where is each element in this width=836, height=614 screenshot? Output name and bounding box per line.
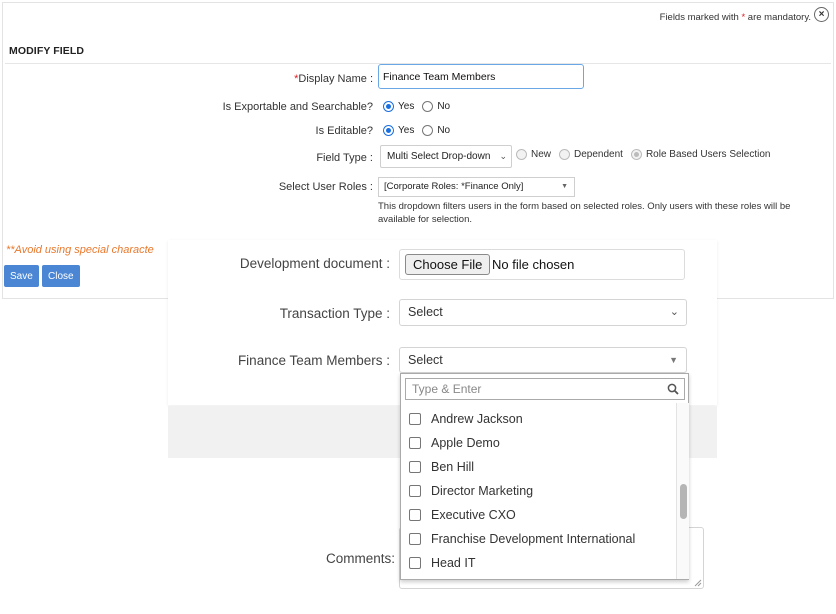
field-type-role-based-radio[interactable] bbox=[630, 149, 642, 160]
editable-no-label: No bbox=[437, 125, 451, 136]
field-type-dependent-label: Dependent bbox=[574, 149, 623, 160]
user-roles-help: This dropdown filters users in the form … bbox=[378, 201, 791, 225]
list-item[interactable]: Ben Hill bbox=[409, 457, 474, 477]
mandatory-note: Fields marked with * are mandatory. bbox=[659, 12, 811, 23]
field-type-dependent-radio[interactable] bbox=[559, 149, 571, 160]
chevron-down-icon: ⌄ bbox=[499, 151, 507, 161]
section-title: MODIFY FIELD bbox=[9, 45, 85, 57]
special-characters-warning: **Avoid using special characte bbox=[6, 244, 154, 256]
close-icon[interactable]: × bbox=[814, 7, 829, 22]
development-document-label: Development document : bbox=[239, 256, 390, 271]
editable-no-radio[interactable] bbox=[422, 125, 434, 136]
finance-team-members-select[interactable]: Select ▼ bbox=[399, 347, 687, 373]
transaction-type-label: Transaction Type : bbox=[279, 306, 390, 321]
user-roles-value: [Corporate Roles: *Finance Only] bbox=[384, 181, 524, 192]
option-checkbox[interactable] bbox=[409, 509, 421, 521]
chevron-down-icon: ⌄ bbox=[669, 306, 679, 318]
field-type-value: Multi Select Drop-down bbox=[387, 151, 491, 162]
transaction-type-select[interactable]: Select ⌄ bbox=[399, 299, 687, 326]
option-checkbox[interactable] bbox=[409, 437, 421, 449]
editable-yes-label: Yes bbox=[398, 125, 415, 136]
user-roles-label: Select User Roles : bbox=[278, 181, 373, 193]
save-button[interactable]: Save bbox=[4, 265, 39, 287]
development-document-file-input: Choose File No file chosen bbox=[399, 249, 685, 280]
exportable-yes-radio[interactable] bbox=[383, 101, 394, 112]
exportable-yes-label: Yes bbox=[398, 101, 415, 112]
option-checkbox[interactable] bbox=[409, 557, 421, 569]
dropdown-scrollbar-thumb[interactable] bbox=[680, 484, 687, 519]
transaction-type-value: Select bbox=[408, 305, 443, 319]
option-checkbox[interactable] bbox=[409, 485, 421, 497]
exportable-no-label: No bbox=[437, 101, 451, 112]
option-checkbox[interactable] bbox=[409, 533, 421, 545]
close-button[interactable]: Close bbox=[42, 265, 80, 287]
option-label: Ben Hill bbox=[431, 460, 475, 474]
list-item[interactable]: Andrew Jackson bbox=[409, 409, 523, 429]
exportable-radio-group: Yes No bbox=[383, 101, 458, 112]
resize-grip-icon[interactable] bbox=[694, 579, 702, 587]
choose-file-button[interactable]: Choose File bbox=[405, 254, 491, 275]
editable-label: Is Editable? bbox=[315, 125, 373, 137]
field-type-select[interactable]: Multi Select Drop-down ⌄ bbox=[380, 145, 512, 168]
option-label: Executive CXO bbox=[431, 508, 516, 522]
field-type-new-radio[interactable] bbox=[516, 149, 527, 160]
finance-team-members-dropdown: Type & Enter Andrew Jackson Apple Demo B… bbox=[400, 373, 689, 580]
file-status: No file chosen bbox=[492, 257, 575, 272]
option-label: Andrew Jackson bbox=[431, 412, 523, 426]
dropdown-search-placeholder: Type & Enter bbox=[412, 382, 482, 396]
option-label: Apple Demo bbox=[431, 436, 500, 450]
exportable-no-radio[interactable] bbox=[422, 101, 434, 112]
list-item[interactable]: Executive CXO bbox=[409, 505, 516, 525]
list-item[interactable]: Apple Demo bbox=[409, 433, 500, 453]
list-item[interactable]: Director Marketing bbox=[409, 481, 533, 501]
field-type-new-label: New bbox=[531, 149, 552, 160]
finance-team-members-value: Select bbox=[408, 353, 443, 367]
option-label: Franchise Development International bbox=[431, 532, 636, 546]
editable-radio-group: Yes No bbox=[383, 125, 458, 136]
option-label: Director Marketing bbox=[431, 484, 534, 498]
finance-team-members-label: Finance Team Members : bbox=[237, 353, 390, 368]
option-checkbox[interactable] bbox=[409, 413, 421, 425]
field-type-radio-group: New Dependent Role Based Users Selection bbox=[516, 149, 778, 160]
search-icon bbox=[667, 383, 679, 395]
editable-yes-radio[interactable] bbox=[383, 125, 394, 136]
display-name-label: *Display Name : bbox=[294, 73, 373, 85]
user-roles-select[interactable]: [Corporate Roles: *Finance Only] ▼ bbox=[378, 177, 575, 197]
option-label: Head IT bbox=[431, 556, 476, 570]
option-checkbox[interactable] bbox=[409, 461, 421, 473]
exportable-label: Is Exportable and Searchable? bbox=[222, 101, 373, 113]
field-type-role-based-label: Role Based Users Selection bbox=[645, 149, 771, 160]
dropdown-search-input[interactable]: Type & Enter bbox=[405, 378, 685, 400]
field-type-label: Field Type : bbox=[316, 152, 373, 164]
dropdown-options-list: Andrew Jackson Apple Demo Ben Hill Direc… bbox=[401, 407, 676, 579]
list-item[interactable]: Head IT bbox=[409, 553, 475, 573]
caret-down-icon: ▼ bbox=[669, 355, 678, 365]
comments-label: Comments: bbox=[325, 551, 395, 566]
caret-down-icon: ▼ bbox=[561, 183, 568, 190]
display-name-input[interactable] bbox=[378, 64, 584, 89]
list-item[interactable]: Franchise Development International bbox=[409, 529, 635, 549]
